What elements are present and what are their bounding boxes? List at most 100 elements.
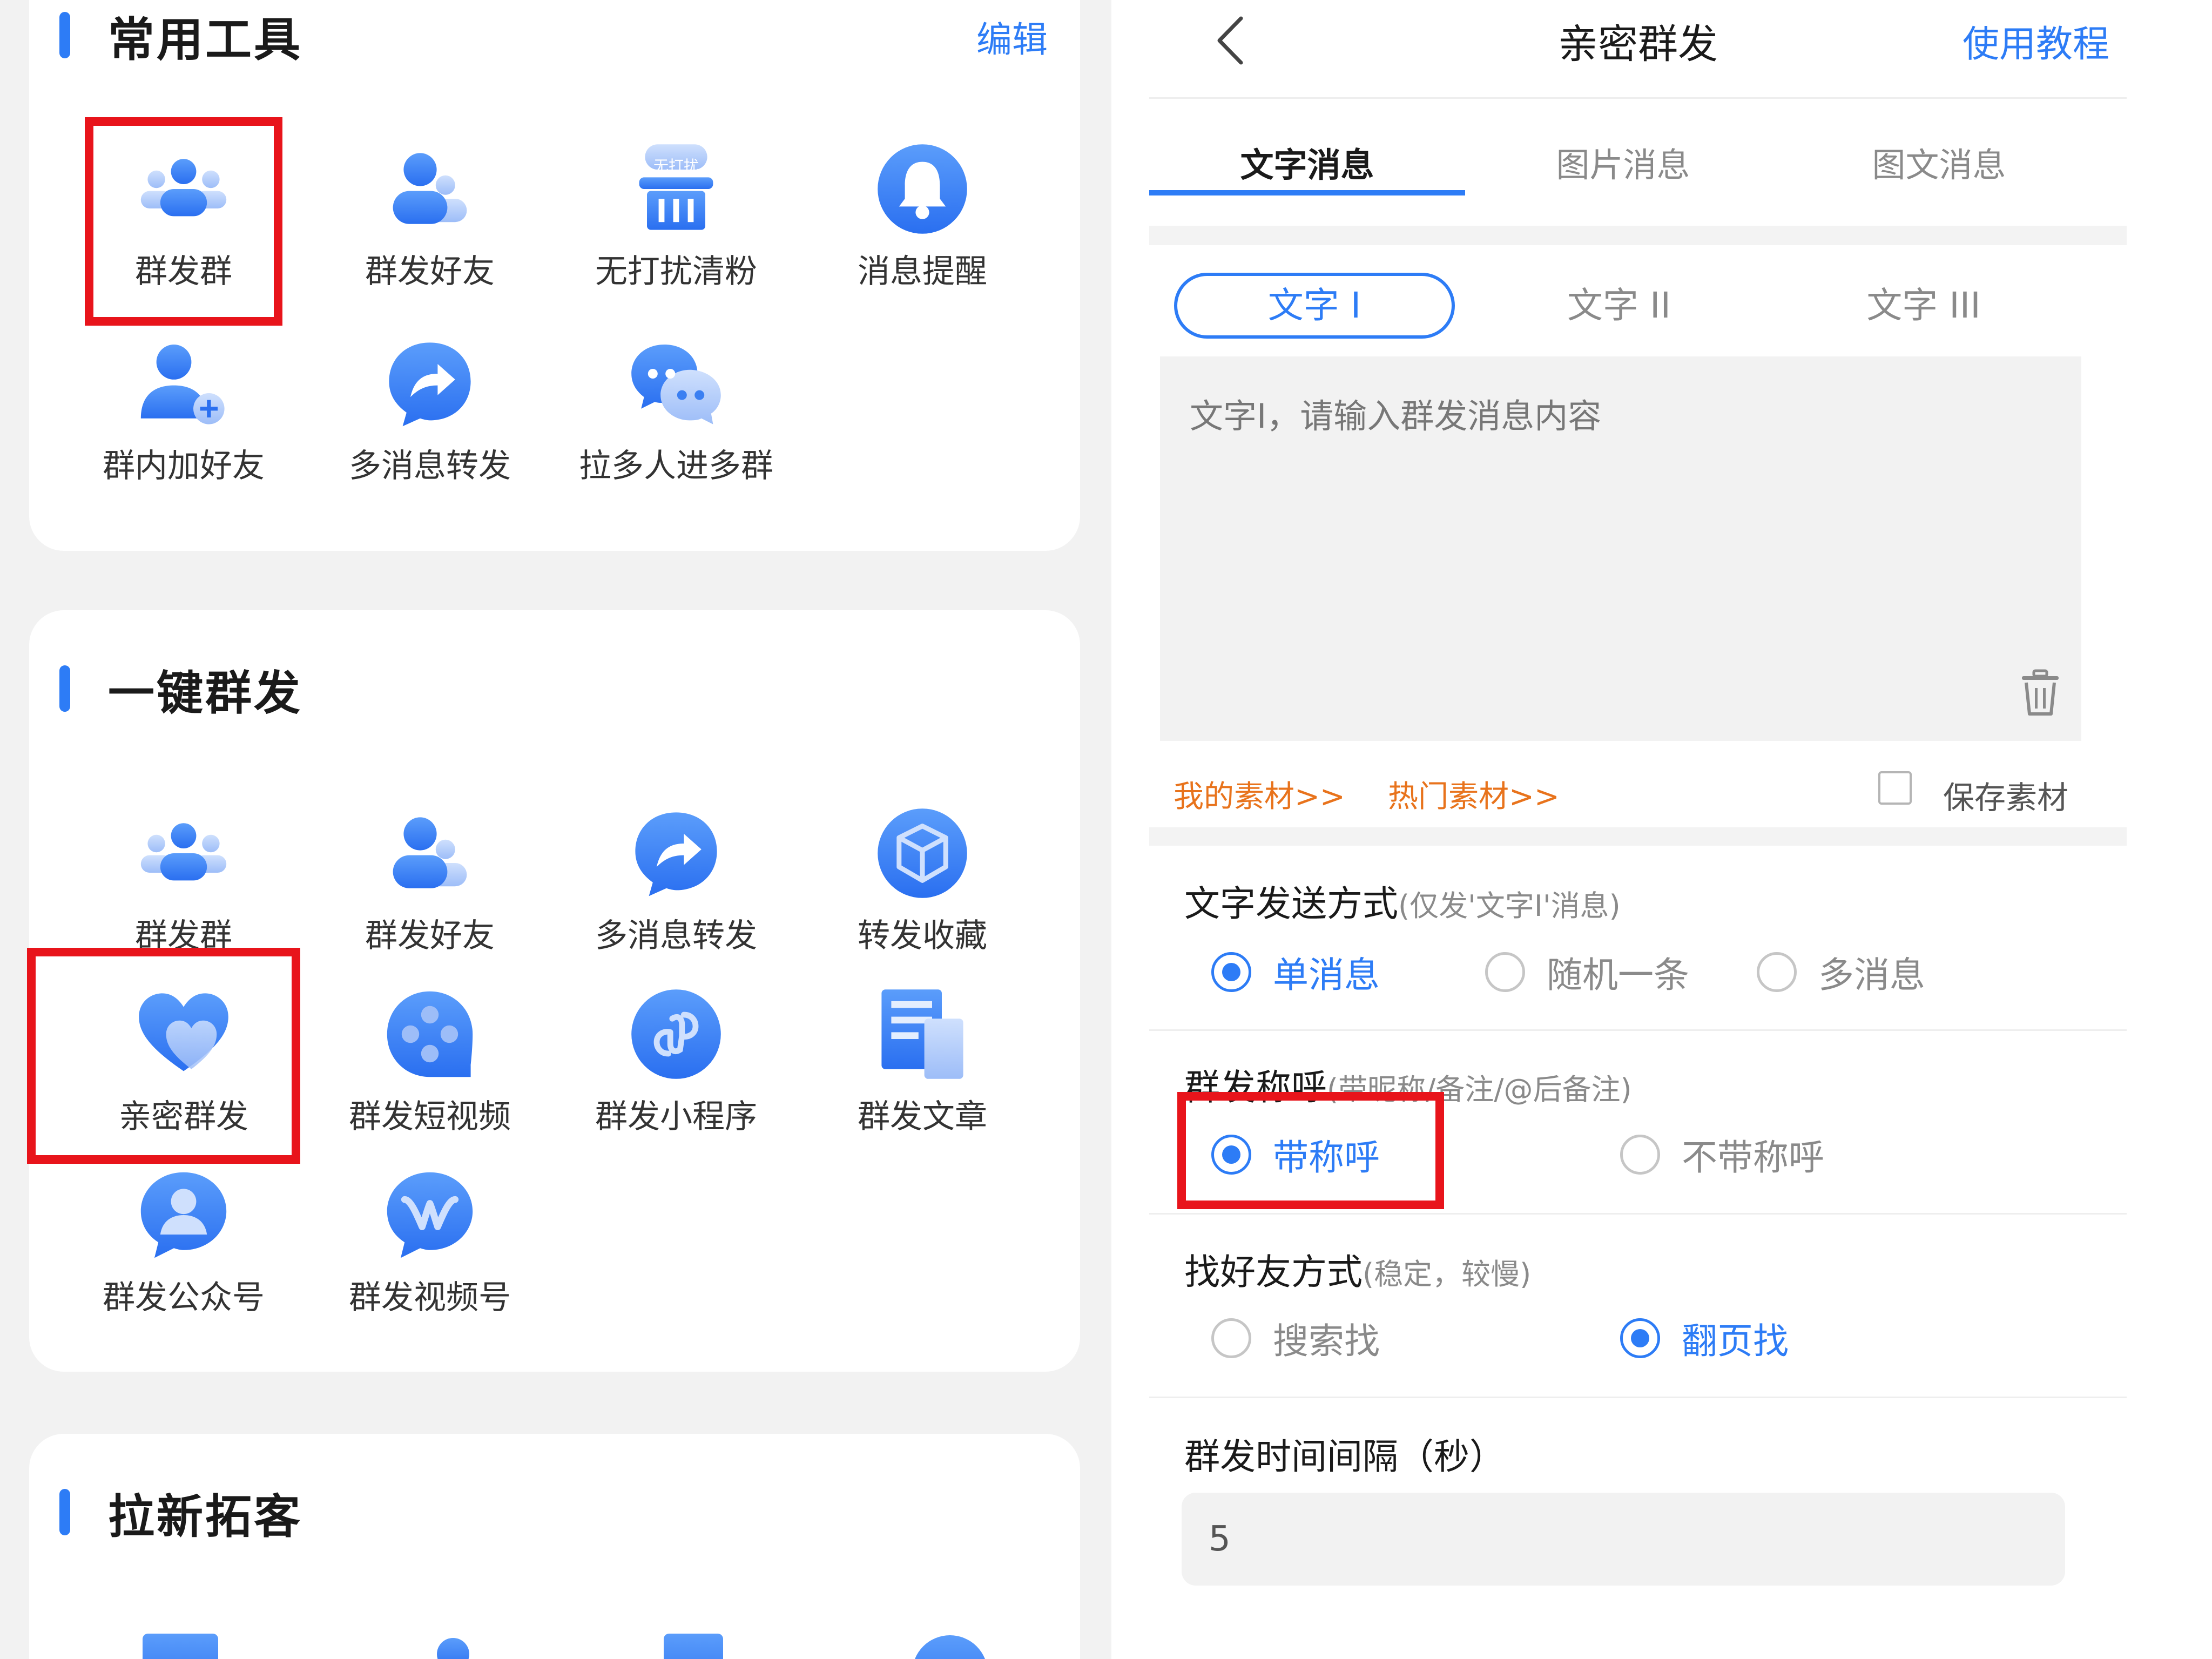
save-material-checkbox[interactable] <box>1878 771 1912 805</box>
tool-label: 群发公众号 <box>103 1279 265 1317</box>
partial-tool-icon[interactable] <box>664 1634 723 1659</box>
friends-icon <box>381 805 478 902</box>
radio-label: 搜索找 <box>1273 1320 1380 1362</box>
tool-forward-favorites[interactable]: 转发收藏 <box>804 805 1041 956</box>
section-separator <box>1149 226 2127 245</box>
send-mode-single[interactable]: 单消息 <box>1211 946 1380 998</box>
tool-label: 无打扰清粉 <box>595 253 757 291</box>
tool-label: 群发小程序 <box>595 1098 757 1136</box>
tool-multi-forward[interactable]: 多消息转发 <box>311 335 549 487</box>
text-tab-1[interactable]: 文字 I <box>1174 273 1455 339</box>
active-tab-indicator <box>1149 190 1465 195</box>
text-tab-2[interactable]: 文字 II <box>1479 273 1759 339</box>
video-icon <box>381 986 478 1083</box>
radio-label: 随机一条 <box>1547 954 1689 996</box>
tool-label: 群发视频号 <box>349 1279 511 1317</box>
group-icon <box>135 805 232 902</box>
radio-dot <box>1485 952 1525 992</box>
radio-label: 翻页找 <box>1682 1320 1789 1362</box>
hot-materials-link[interactable]: 热门素材>> <box>1388 772 1560 816</box>
section-accent-bar <box>59 12 70 58</box>
tool-message-reminder[interactable]: 消息提醒 <box>804 140 1041 292</box>
interval-input[interactable] <box>1182 1493 2065 1586</box>
tool-group-broadcast[interactable]: 群发群 <box>65 805 302 956</box>
box-icon <box>874 805 971 902</box>
clean-icon-wrap: 无打扰 <box>628 140 725 238</box>
find-by-paging[interactable]: 翻页找 <box>1620 1312 1789 1364</box>
radio-dot <box>1211 1318 1251 1358</box>
tool-label: 转发收藏 <box>858 917 987 955</box>
radio-label: 不带称呼 <box>1682 1137 1824 1178</box>
mini-program-icon <box>628 986 725 1083</box>
send-mode-random[interactable]: 随机一条 <box>1485 946 1689 998</box>
article-icon <box>874 986 971 1083</box>
section-accent-bar <box>59 1489 70 1535</box>
edit-link[interactable]: 编辑 <box>976 11 1048 63</box>
tab-image-message[interactable]: 图片消息 <box>1465 138 1781 186</box>
send-mode-multi[interactable]: 多消息 <box>1757 946 1925 998</box>
channels-icon <box>381 1166 478 1264</box>
tool-friend-broadcast[interactable]: 群发好友 <box>311 140 549 292</box>
section-accent-bar <box>59 665 70 712</box>
text-tab-3[interactable]: 文字 III <box>1783 273 2064 339</box>
highlight-box <box>1177 1092 1444 1209</box>
tab-text-message[interactable]: 文字消息 <box>1149 138 1465 186</box>
greeting-without-name[interactable]: 不带称呼 <box>1620 1129 1824 1181</box>
tool-label: 群内加好友 <box>103 447 265 485</box>
tool-label: 群发短视频 <box>349 1098 511 1136</box>
tool-add-friends-in-group[interactable]: 群内加好友 <box>65 335 302 487</box>
tool-label: 群发文章 <box>858 1098 987 1136</box>
tool-label: 多消息转发 <box>595 917 757 955</box>
partial-tool-icon[interactable] <box>431 1633 475 1659</box>
tutorial-link[interactable]: 使用教程 <box>1963 14 2109 68</box>
intimate-broadcast-screen: 亲密群发 使用教程 文字消息 图片消息 图文消息 文字 I 文字 II 文字 I… <box>1111 0 2212 1659</box>
tools-panel: 常用工具 编辑 一键群发 拉新拓客 群发群 群发好友 无打扰 无打扰清粉 消息提… <box>0 0 1111 1659</box>
one-click-title: 一键群发 <box>108 666 302 720</box>
tool-article-broadcast[interactable]: 群发文章 <box>804 986 1041 1137</box>
tool-label: 多消息转发 <box>349 447 511 485</box>
radio-dot <box>1620 1318 1660 1358</box>
add-friend-icon <box>135 335 232 432</box>
bell-icon <box>874 140 971 238</box>
forward-icon <box>381 335 478 432</box>
tool-multi-forward[interactable]: 多消息转发 <box>557 805 795 956</box>
partial-tool-icon[interactable] <box>909 1633 990 1659</box>
tool-label: 拉多人进多群 <box>579 447 773 485</box>
tool-short-video-broadcast[interactable]: 群发短视频 <box>311 986 549 1137</box>
save-material-label: 保存素材 <box>1943 779 2069 816</box>
highlight-box <box>85 117 282 326</box>
section-separator <box>1149 827 2127 846</box>
radio-label: 多消息 <box>1818 954 1925 996</box>
find-friends-title: 找好友方式(稳定，较慢) <box>1184 1243 1531 1295</box>
divider <box>1149 1029 2127 1031</box>
forward-icon <box>628 805 725 902</box>
divider <box>1149 1397 2127 1398</box>
divider <box>1149 97 2127 99</box>
send-mode-title: 文字发送方式(仅发'文字I'消息) <box>1184 875 1621 927</box>
no-disturb-badge: 无打扰 <box>653 157 699 175</box>
tool-channels-broadcast[interactable]: 群发视频号 <box>311 1166 549 1318</box>
highlight-box <box>27 948 300 1164</box>
find-friends-note: (稳定，较慢) <box>1363 1257 1532 1291</box>
radio-dot <box>1757 952 1797 992</box>
interval-title: 群发时间间隔（秒） <box>1184 1436 1505 1478</box>
radio-dot <box>1211 952 1251 992</box>
find-by-search[interactable]: 搜索找 <box>1211 1312 1380 1364</box>
tool-pull-into-groups[interactable]: 拉多人进多群 <box>557 335 795 487</box>
message-textarea[interactable] <box>1160 356 2081 741</box>
tool-official-account-broadcast[interactable]: 群发公众号 <box>65 1166 302 1318</box>
tool-label: 群发好友 <box>365 917 495 955</box>
my-materials-link[interactable]: 我的素材>> <box>1174 772 1345 816</box>
partial-tool-icon[interactable] <box>143 1634 218 1659</box>
radio-dot <box>1620 1135 1660 1175</box>
official-account-icon <box>135 1166 232 1264</box>
new-customers-card: 拉新拓客 <box>29 1434 1080 1659</box>
tool-mini-program-broadcast[interactable]: 群发小程序 <box>557 986 795 1137</box>
new-customers-header: 拉新拓客 <box>59 1482 302 1544</box>
tool-silent-clean[interactable]: 无打扰 无打扰清粉 <box>557 140 795 292</box>
send-mode-note: (仅发'文字I'消息) <box>1398 889 1621 923</box>
trash-icon[interactable] <box>2019 669 2062 717</box>
tab-image-text-message[interactable]: 图文消息 <box>1781 138 2097 186</box>
tool-label: 群发好友 <box>365 253 495 291</box>
tool-friend-broadcast[interactable]: 群发好友 <box>311 805 549 956</box>
